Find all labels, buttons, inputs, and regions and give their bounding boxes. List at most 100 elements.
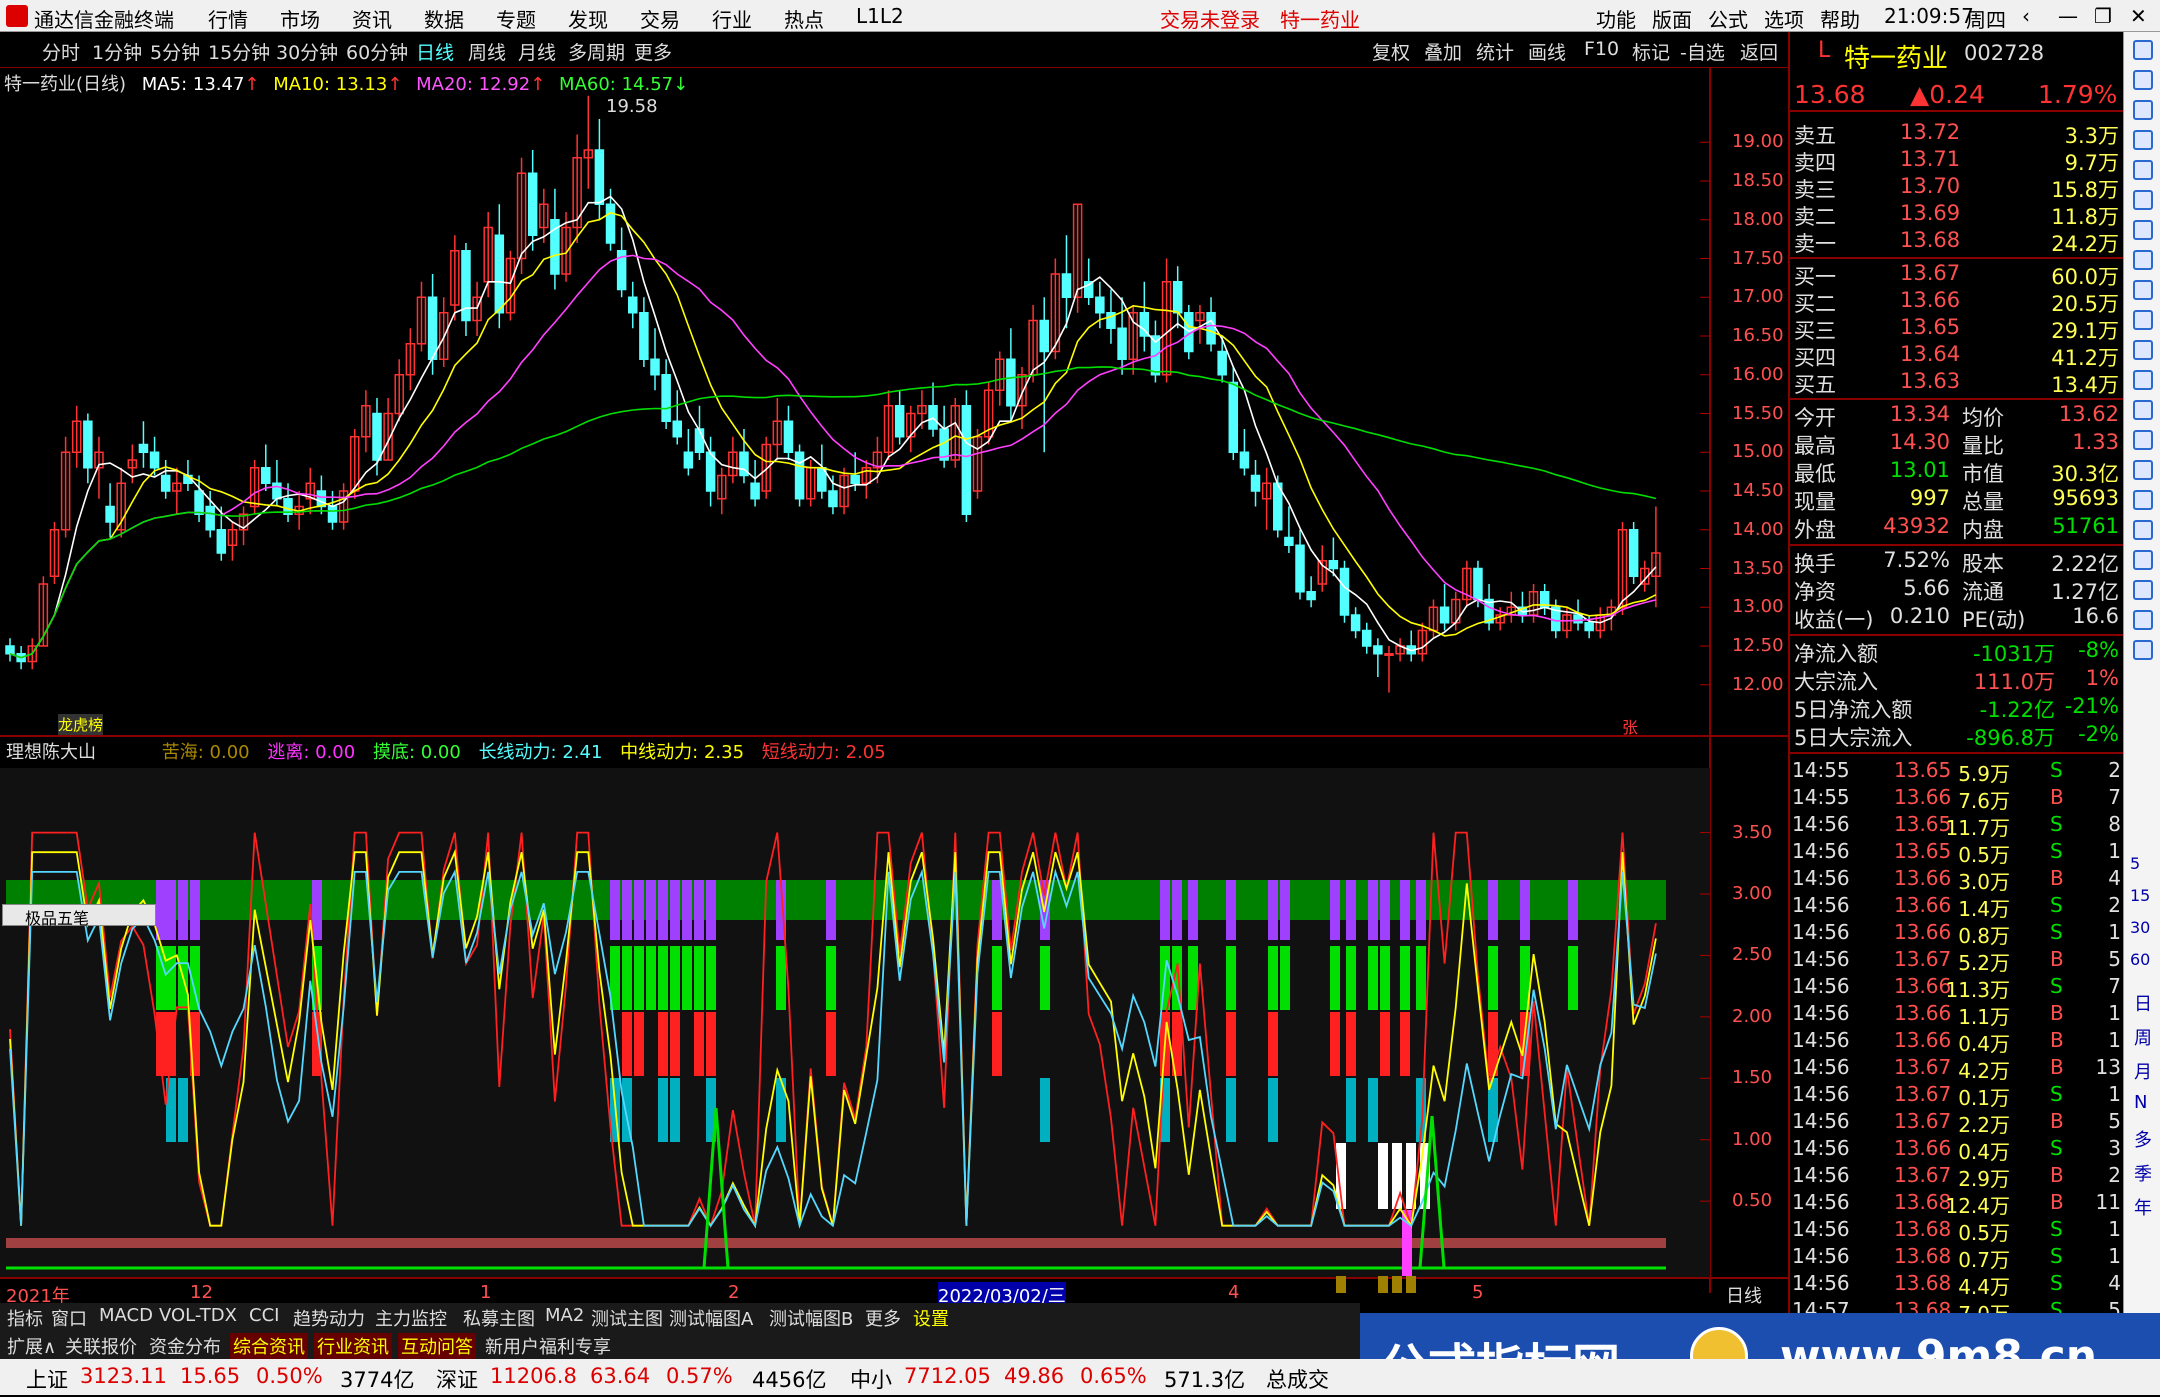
- ask-row[interactable]: 卖五 13.72 3.3万: [1790, 120, 2125, 148]
- toolbar-tool-icon[interactable]: [2133, 430, 2153, 450]
- period-shortcut-cn[interactable]: N: [2134, 1092, 2147, 1113]
- tab-daily[interactable]: 日线: [416, 38, 454, 65]
- info-tab[interactable]: 新用户福利专享: [482, 1333, 614, 1359]
- menu-gongneng[interactable]: 功能: [1596, 4, 1636, 33]
- indicator-tab[interactable]: 测试幅图B: [766, 1305, 856, 1331]
- menu-jiaoyi[interactable]: 交易: [640, 4, 680, 33]
- toolbar-tool-icon[interactable]: [2133, 40, 2153, 60]
- indicator-tab[interactable]: 趋势动力: [290, 1305, 368, 1331]
- menu-gongshi[interactable]: 公式: [1708, 4, 1748, 33]
- toolbar-tool-icon[interactable]: [2133, 100, 2153, 120]
- period-shortcut-cn[interactable]: 月: [2134, 1058, 2152, 1084]
- indicator-tab[interactable]: CCI: [246, 1305, 282, 1326]
- tool-huaxian[interactable]: 画线: [1528, 38, 1566, 65]
- indicator-tab[interactable]: 窗口: [48, 1305, 90, 1331]
- minimize-icon[interactable]: —: [2058, 4, 2078, 28]
- info-tab[interactable]: 资金分布: [146, 1333, 224, 1359]
- tab-1min[interactable]: 1分钟: [92, 38, 142, 65]
- menu-xuanxiang[interactable]: 选项: [1764, 4, 1804, 33]
- tool-zixuan[interactable]: -自选: [1680, 38, 1725, 65]
- indicator-tab[interactable]: MA2: [542, 1305, 587, 1326]
- toolbar-tool-icon[interactable]: [2133, 520, 2153, 540]
- ask-row[interactable]: 卖四 13.71 9.7万: [1790, 147, 2125, 175]
- indicator-tab[interactable]: MACD: [96, 1305, 156, 1326]
- menu-zixun[interactable]: 资讯: [352, 4, 392, 33]
- toolbar-tool-icon[interactable]: [2133, 550, 2153, 570]
- tab-more[interactable]: 更多: [634, 38, 672, 65]
- indicator-tab[interactable]: 指标: [4, 1305, 46, 1331]
- tool-diejia[interactable]: 叠加: [1424, 38, 1462, 65]
- period-shortcut[interactable]: 15: [2130, 886, 2150, 905]
- bid-row[interactable]: 买四 13.64 41.2万: [1790, 342, 2125, 370]
- sh-label[interactable]: 上证: [26, 1364, 68, 1394]
- tab-30min[interactable]: 30分钟: [276, 38, 338, 65]
- info-tab[interactable]: 综合资讯: [230, 1333, 308, 1359]
- tab-15min[interactable]: 15分钟: [208, 38, 270, 65]
- info-tab[interactable]: 扩展∧: [4, 1333, 59, 1359]
- toolbar-tool-icon[interactable]: [2133, 220, 2153, 240]
- bid-row[interactable]: 买一 13.67 60.0万: [1790, 261, 2125, 289]
- info-tab[interactable]: 关联报价: [62, 1333, 140, 1359]
- indicator-tab[interactable]: 更多: [862, 1305, 904, 1331]
- toolbar-tool-icon[interactable]: [2133, 460, 2153, 480]
- bid-row[interactable]: 买二 13.66 20.5万: [1790, 288, 2125, 316]
- bid-row[interactable]: 买五 13.63 13.4万: [1790, 369, 2125, 397]
- toolbar-tool-icon[interactable]: [2133, 280, 2153, 300]
- toolbar-tool-icon[interactable]: [2133, 370, 2153, 390]
- ask-row[interactable]: 卖一 13.68 24.2万: [1790, 228, 2125, 256]
- kline-svg[interactable]: [0, 68, 1788, 1336]
- indicator-tab[interactable]: 私募主图: [460, 1305, 538, 1331]
- tool-tongji[interactable]: 统计: [1476, 38, 1514, 65]
- ask-row[interactable]: 卖三 13.70 15.8万: [1790, 174, 2125, 202]
- tool-f10[interactable]: F10: [1584, 38, 1619, 60]
- tab-5min[interactable]: 5分钟: [150, 38, 200, 65]
- tool-biaoji[interactable]: 标记: [1632, 38, 1670, 65]
- stock-title-link[interactable]: 特一药业: [1280, 4, 1360, 33]
- period-shortcut[interactable]: 30: [2130, 918, 2150, 937]
- menu-faxian[interactable]: 发现: [568, 4, 608, 33]
- indicator-tab[interactable]: 测试幅图A: [666, 1305, 756, 1331]
- restore-icon[interactable]: ❐: [2094, 4, 2112, 28]
- menu-shichang[interactable]: 市场: [280, 4, 320, 33]
- zhang-badge[interactable]: 张: [1622, 714, 1638, 738]
- toolbar-tool-icon[interactable]: [2133, 130, 2153, 150]
- tab-60min[interactable]: 60分钟: [346, 38, 408, 65]
- tab-fenshi[interactable]: 分时: [42, 38, 80, 65]
- menu-hangye[interactable]: 行业: [712, 4, 752, 33]
- toolbar-tool-icon[interactable]: [2133, 250, 2153, 270]
- indicator-tab[interactable]: 设置: [910, 1305, 952, 1331]
- period-shortcut[interactable]: 60: [2130, 950, 2150, 969]
- menu-shuju[interactable]: 数据: [424, 4, 464, 33]
- period-shortcut[interactable]: 5: [2130, 854, 2140, 873]
- tool-fuquan[interactable]: 复权: [1372, 38, 1410, 65]
- info-tab[interactable]: 互动问答: [398, 1333, 476, 1359]
- toolbar-tool-icon[interactable]: [2133, 640, 2153, 660]
- trade-login-link[interactable]: 交易未登录: [1160, 4, 1260, 33]
- toolbar-tool-icon[interactable]: [2133, 580, 2153, 600]
- period-shortcut-cn[interactable]: 周: [2134, 1024, 2152, 1050]
- menu-l1l2[interactable]: L1L2: [856, 4, 904, 28]
- ask-row[interactable]: 卖二 13.69 11.8万: [1790, 201, 2125, 229]
- indicator-tab[interactable]: 测试主图: [588, 1305, 666, 1331]
- toolbar-tool-icon[interactable]: [2133, 310, 2153, 330]
- period-shortcut-cn[interactable]: 年: [2134, 1194, 2152, 1220]
- ime-toolbox[interactable]: 极品五笔: [2, 904, 156, 928]
- toolbar-tool-icon[interactable]: [2133, 490, 2153, 510]
- toolbar-tool-icon[interactable]: [2133, 190, 2153, 210]
- toolbar-tool-icon[interactable]: [2133, 70, 2153, 90]
- menu-banmian[interactable]: 版面: [1652, 4, 1692, 33]
- tool-fanhui[interactable]: 返回: [1740, 38, 1778, 65]
- menu-bangzhu[interactable]: 帮助: [1820, 4, 1860, 33]
- sz-label[interactable]: 深证: [436, 1364, 478, 1394]
- zx-label[interactable]: 中小: [850, 1364, 892, 1394]
- tab-multi[interactable]: 多周期: [568, 38, 625, 65]
- menu-zhuanti[interactable]: 专题: [496, 4, 536, 33]
- menu-hangqing[interactable]: 行情: [208, 4, 248, 33]
- bid-row[interactable]: 买三 13.65 29.1万: [1790, 315, 2125, 343]
- period-shortcut-cn[interactable]: 日: [2134, 990, 2152, 1016]
- indicator-tab[interactable]: VOL-TDX: [156, 1305, 240, 1326]
- back-icon[interactable]: ‹: [2022, 4, 2030, 28]
- tab-weekly[interactable]: 周线: [468, 38, 506, 65]
- toolbar-tool-icon[interactable]: [2133, 400, 2153, 420]
- period-shortcut-cn[interactable]: 多: [2134, 1126, 2152, 1152]
